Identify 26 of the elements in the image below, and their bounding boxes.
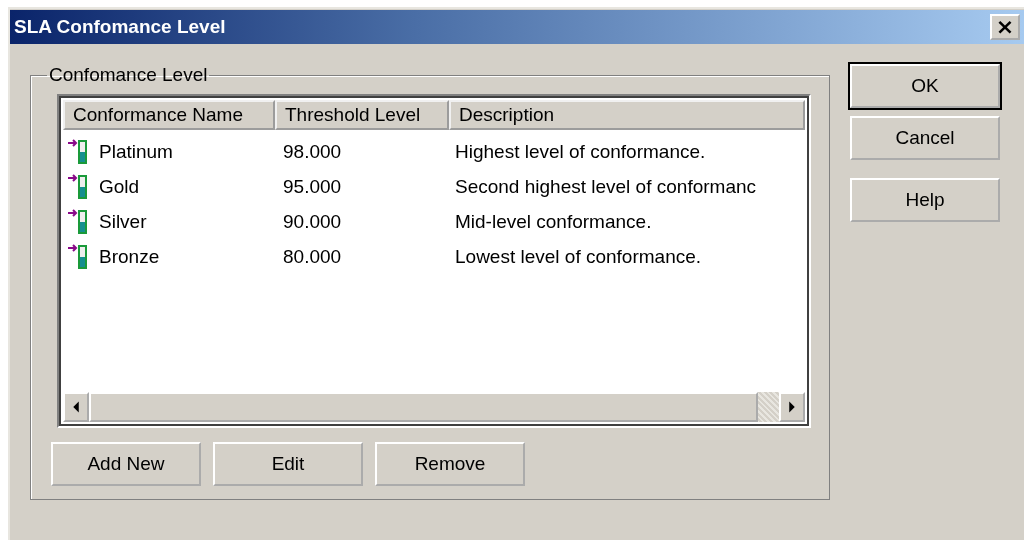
list-button[interactable]: Add New [51,442,201,486]
threshold-cell: 80.000 [283,245,342,268]
description-cell: Second highest level of conformanc [455,175,756,198]
column-header[interactable]: Conformance Name [63,100,275,130]
name-cell: Gold [99,175,140,198]
name-cell: Silver [99,210,147,233]
threshold-cell: 98.000 [283,140,342,163]
close-button[interactable]: × [990,14,1020,40]
description-cell: Lowest level of conformance. [455,245,702,268]
column-header[interactable]: Description [449,100,805,130]
window-title: SLA Confomance Level [14,16,226,38]
scroll-left-icon[interactable] [63,392,89,422]
dialog-button[interactable]: Help [850,178,1000,222]
column-header[interactable]: Threshold Level [275,100,449,130]
description-cell: Highest level of conformance. [455,140,706,163]
threshold-cell: 95.000 [283,175,342,198]
name-cell: Platinum [99,140,173,163]
group-label: Confomance Level [48,64,209,86]
list-button[interactable]: Remove [375,442,525,486]
name-cell: Bronze [99,245,160,268]
dialog-button[interactable]: OK [850,64,1000,108]
description-cell: Mid-level conformance. [455,210,652,233]
list-button[interactable]: Edit [213,442,363,486]
threshold-cell: 90.000 [283,210,342,233]
dialog-button[interactable]: Cancel [850,116,1000,160]
scroll-right-icon[interactable] [779,392,805,422]
